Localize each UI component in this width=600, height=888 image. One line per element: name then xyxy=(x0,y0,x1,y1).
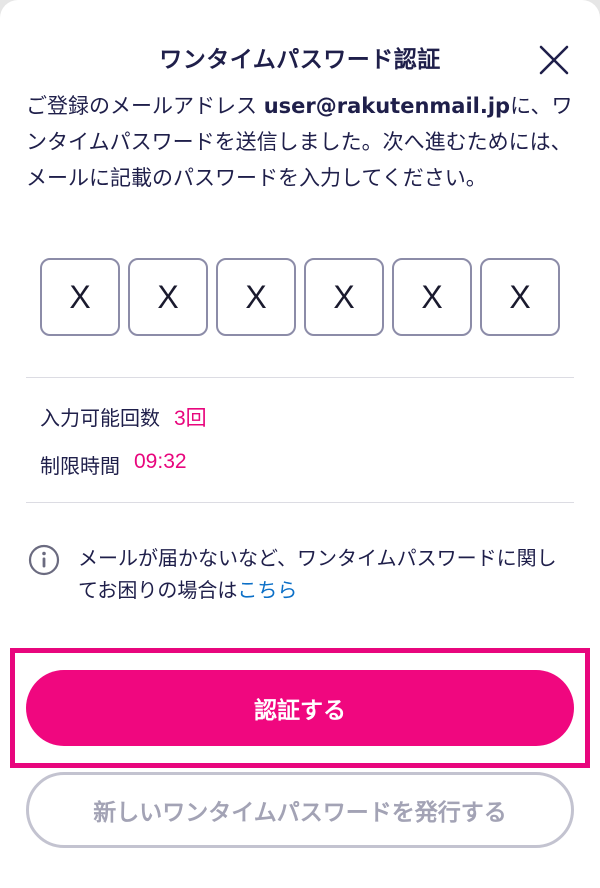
otp-digit-1[interactable]: X xyxy=(40,258,120,336)
time-limit-value: 09:32 xyxy=(134,450,187,473)
help-link[interactable]: こちら xyxy=(237,578,297,602)
time-limit-label: 制限時間 xyxy=(40,454,120,478)
otp-digit-4[interactable]: X xyxy=(304,258,384,336)
description-prefix: ご登録のメールアドレス xyxy=(26,94,264,118)
attempts-value: 3回 xyxy=(174,407,207,430)
otp-digit-6[interactable]: X xyxy=(480,258,560,336)
divider-top xyxy=(26,377,574,378)
attempts-label: 入力可能回数 xyxy=(40,406,160,430)
otp-digit-2[interactable]: X xyxy=(128,258,208,336)
otp-description: ご登録のメールアドレス user@rakutenmail.jpに、ワンタイムパス… xyxy=(26,88,574,196)
dialog-title: ワンタイムパスワード認証 xyxy=(159,47,441,73)
close-icon xyxy=(539,45,569,75)
otp-digit-3[interactable]: X xyxy=(216,258,296,336)
help-message: メールが届かないなど、ワンタイムパスワードに関してお困りの場合は xyxy=(78,546,557,602)
attempts-row: 入力可能回数 3回 xyxy=(40,402,207,432)
info-icon xyxy=(28,544,60,576)
divider-bottom xyxy=(26,502,574,503)
close-button[interactable] xyxy=(532,38,576,82)
resend-password-button[interactable]: 新しいワンタイムパスワードを発行する xyxy=(26,772,574,848)
help-notice: メールが届かないなど、ワンタイムパスワードに関してお困りの場合はこちら xyxy=(28,542,574,606)
otp-code-inputs: X X X X X X xyxy=(40,258,560,336)
help-text: メールが届かないなど、ワンタイムパスワードに関してお困りの場合はこちら xyxy=(78,542,574,606)
email-address: user@rakutenmail.jp xyxy=(263,94,511,118)
otp-dialog: ワンタイムパスワード認証 ご登録のメールアドレス user@rakutenmai… xyxy=(0,0,600,888)
time-limit-row: 制限時間 09:32 xyxy=(40,450,187,479)
otp-digit-5[interactable]: X xyxy=(392,258,472,336)
submit-button[interactable]: 認証する xyxy=(26,670,574,746)
